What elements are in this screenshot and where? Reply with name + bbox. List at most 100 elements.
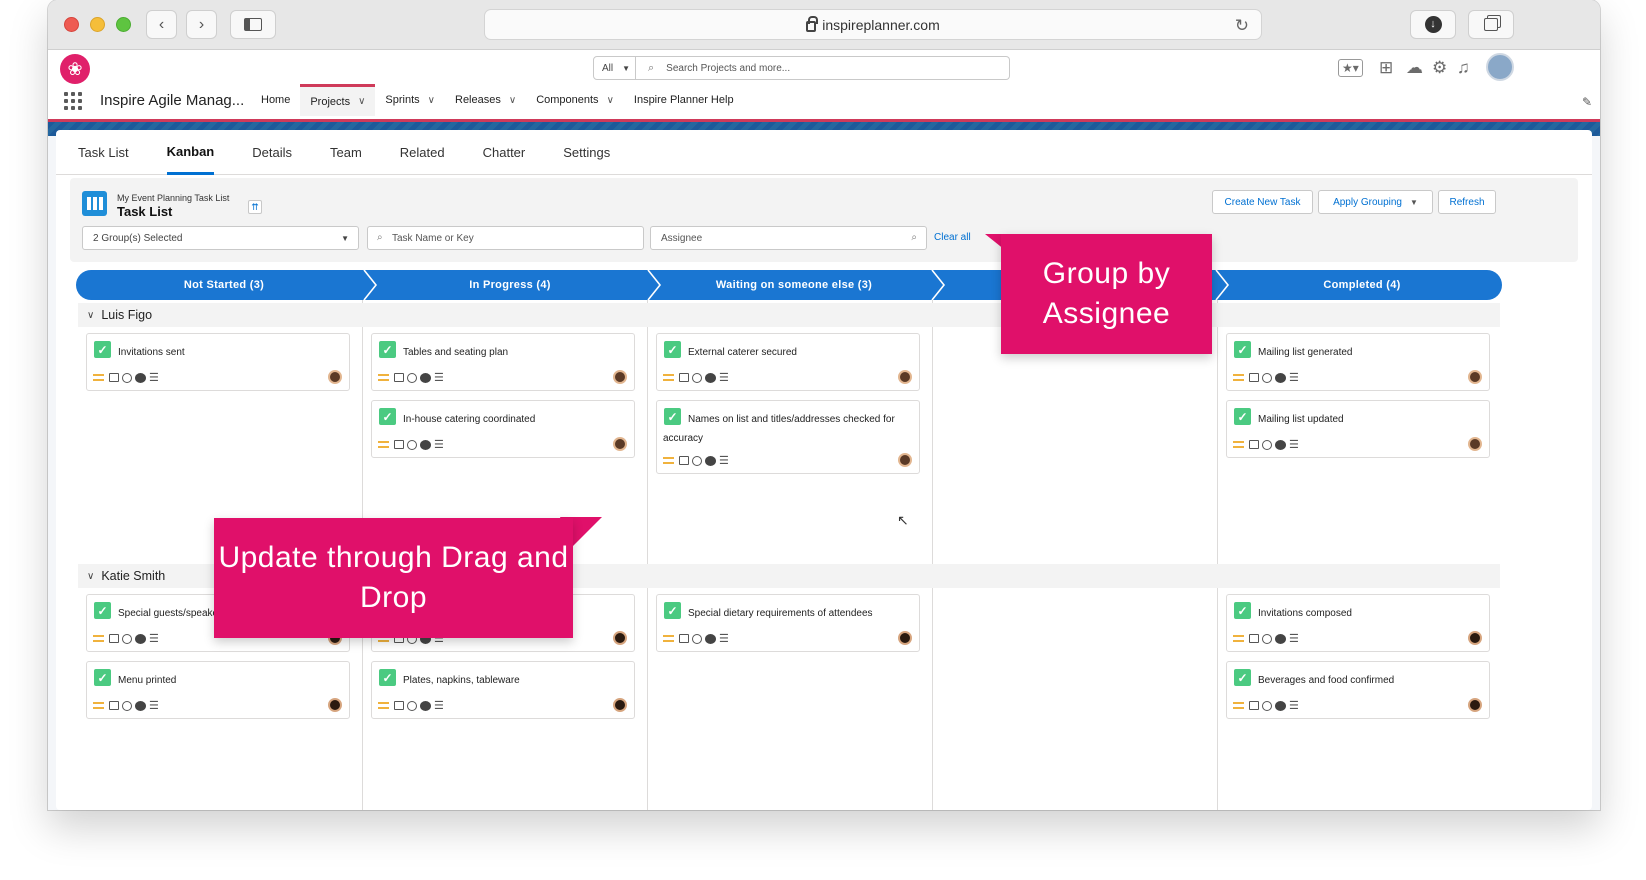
edit-nav-pencil-icon[interactable]: ✎ xyxy=(1582,95,1592,109)
clock-icon[interactable] xyxy=(407,439,417,450)
nav-sprints[interactable]: Sprints ∨ xyxy=(375,84,445,116)
clock-icon[interactable] xyxy=(122,700,132,711)
tab-settings[interactable]: Settings xyxy=(563,130,610,175)
tab-kanban[interactable]: Kanban xyxy=(166,130,215,175)
downloads-button[interactable]: ↓ xyxy=(1410,10,1456,39)
comment-icon[interactable] xyxy=(135,372,146,383)
comment-icon[interactable] xyxy=(135,633,146,644)
clock-icon[interactable] xyxy=(1262,439,1272,450)
checkbox-icon[interactable]: ✓ xyxy=(1234,408,1251,425)
assignee-avatar[interactable] xyxy=(1468,437,1482,451)
comment-icon[interactable] xyxy=(705,372,716,383)
checkbox-icon[interactable]: ✓ xyxy=(1234,602,1251,619)
close-window-button[interactable] xyxy=(64,17,79,32)
task-card[interactable]: ✓ Tables and seating plan ☰ xyxy=(371,333,635,391)
comment-icon[interactable] xyxy=(420,700,431,711)
chevron-down-icon[interactable]: ∨ xyxy=(87,310,94,321)
checkbox-icon[interactable]: ✓ xyxy=(379,669,396,686)
assignee-avatar[interactable] xyxy=(613,631,627,645)
stage-completed[interactable]: Completed (4) xyxy=(1216,270,1508,300)
clock-icon[interactable] xyxy=(1262,633,1272,644)
list-icon[interactable]: ☰ xyxy=(434,371,444,384)
app-launcher-icon[interactable] xyxy=(64,92,82,110)
trailhead-icon[interactable]: ☁ xyxy=(1406,58,1423,78)
address-bar[interactable]: inspireplanner.com ↻ xyxy=(484,9,1262,40)
clock-icon[interactable] xyxy=(1262,372,1272,383)
global-search-input[interactable]: ⌕ Search Projects and more... xyxy=(636,56,1010,80)
nav-help[interactable]: Inspire Planner Help xyxy=(624,84,744,116)
comment-icon[interactable] xyxy=(705,455,716,466)
list-icon[interactable]: ☰ xyxy=(434,699,444,712)
assignee-input[interactable]: Assignee ⌕ xyxy=(650,226,927,250)
subtask-icon[interactable] xyxy=(109,373,119,382)
assignee-avatar[interactable] xyxy=(613,437,627,451)
task-card[interactable]: ✓ Menu printed ☰ xyxy=(86,661,350,719)
checkbox-icon[interactable]: ✓ xyxy=(1234,669,1251,686)
reload-icon[interactable]: ↻ xyxy=(1235,16,1249,36)
comment-icon[interactable] xyxy=(1275,633,1286,644)
global-add-icon[interactable]: ⊞ xyxy=(1379,58,1393,78)
assignee-avatar[interactable] xyxy=(898,453,912,467)
nav-releases[interactable]: Releases ∨ xyxy=(445,84,526,116)
forward-button[interactable]: › xyxy=(186,10,217,39)
apply-grouping-button[interactable]: Apply Grouping ▼ xyxy=(1318,190,1433,214)
task-card[interactable]: ✓ External caterer secured ☰ xyxy=(656,333,920,391)
tab-team[interactable]: Team xyxy=(330,130,362,175)
user-avatar[interactable] xyxy=(1486,53,1514,81)
chevron-down-icon[interactable]: ∨ xyxy=(428,95,435,106)
nav-projects[interactable]: Projects ∨ xyxy=(300,84,376,116)
list-icon[interactable]: ☰ xyxy=(149,371,159,384)
list-icon[interactable]: ☰ xyxy=(1289,371,1299,384)
checkbox-icon[interactable]: ✓ xyxy=(94,602,111,619)
subtask-icon[interactable] xyxy=(679,634,689,643)
zoom-window-button[interactable] xyxy=(116,17,131,32)
comment-icon[interactable] xyxy=(420,439,431,450)
task-card[interactable]: ✓ Plates, napkins, tableware ☰ xyxy=(371,661,635,719)
comment-icon[interactable] xyxy=(1275,700,1286,711)
subtask-icon[interactable] xyxy=(394,440,404,449)
sidebar-toggle-button[interactable] xyxy=(230,10,276,39)
subtask-icon[interactable] xyxy=(1249,373,1259,382)
list-icon[interactable]: ☰ xyxy=(1289,438,1299,451)
clock-icon[interactable] xyxy=(122,372,132,383)
tab-related[interactable]: Related xyxy=(400,130,445,175)
subtask-icon[interactable] xyxy=(679,456,689,465)
group-filter-select[interactable]: 2 Group(s) Selected ▼ xyxy=(82,226,359,250)
nav-components[interactable]: Components ∨ xyxy=(526,84,624,116)
clock-icon[interactable] xyxy=(407,372,417,383)
subtask-icon[interactable] xyxy=(679,373,689,382)
notifications-bell-icon[interactable]: ♫ xyxy=(1457,58,1470,78)
assignee-avatar[interactable] xyxy=(1468,631,1482,645)
stage-waiting[interactable]: Waiting on someone else (3) xyxy=(648,270,940,300)
task-card[interactable]: ✓ Beverages and food confirmed ☰ xyxy=(1226,661,1490,719)
tabs-overview-button[interactable] xyxy=(1468,10,1514,39)
clear-all-link[interactable]: Clear all xyxy=(934,232,971,243)
checkbox-icon[interactable]: ✓ xyxy=(379,341,396,358)
minimize-window-button[interactable] xyxy=(90,17,105,32)
comment-icon[interactable] xyxy=(420,372,431,383)
clock-icon[interactable] xyxy=(122,633,132,644)
clock-icon[interactable] xyxy=(692,372,702,383)
assignee-avatar[interactable] xyxy=(1468,370,1482,384)
collapse-header-icon[interactable]: ⇈ xyxy=(248,200,262,214)
stage-in-progress[interactable]: In Progress (4) xyxy=(364,270,656,300)
assignee-avatar[interactable] xyxy=(898,631,912,645)
task-card[interactable]: ✓ Names on list and titles/addresses che… xyxy=(656,400,920,474)
comment-icon[interactable] xyxy=(705,633,716,644)
comment-icon[interactable] xyxy=(1275,372,1286,383)
assignee-avatar[interactable] xyxy=(613,698,627,712)
favorites-star-icon[interactable]: ★▾ xyxy=(1338,59,1363,77)
chevron-down-icon[interactable]: ∨ xyxy=(87,571,94,582)
assignee-avatar[interactable] xyxy=(328,698,342,712)
task-card[interactable]: ✓ Invitations sent ☰ xyxy=(86,333,350,391)
checkbox-icon[interactable]: ✓ xyxy=(94,669,111,686)
subtask-icon[interactable] xyxy=(394,701,404,710)
chevron-down-icon[interactable]: ∨ xyxy=(607,95,614,106)
group-header-luis-figo[interactable]: ∨ Luis Figo xyxy=(78,303,1500,327)
checkbox-icon[interactable]: ✓ xyxy=(94,341,111,358)
task-card[interactable]: ✓ Mailing list generated ☰ xyxy=(1226,333,1490,391)
subtask-icon[interactable] xyxy=(1249,634,1259,643)
list-icon[interactable]: ☰ xyxy=(719,632,729,645)
setup-gear-icon[interactable]: ⚙ xyxy=(1432,58,1447,78)
checkbox-icon[interactable]: ✓ xyxy=(1234,341,1251,358)
